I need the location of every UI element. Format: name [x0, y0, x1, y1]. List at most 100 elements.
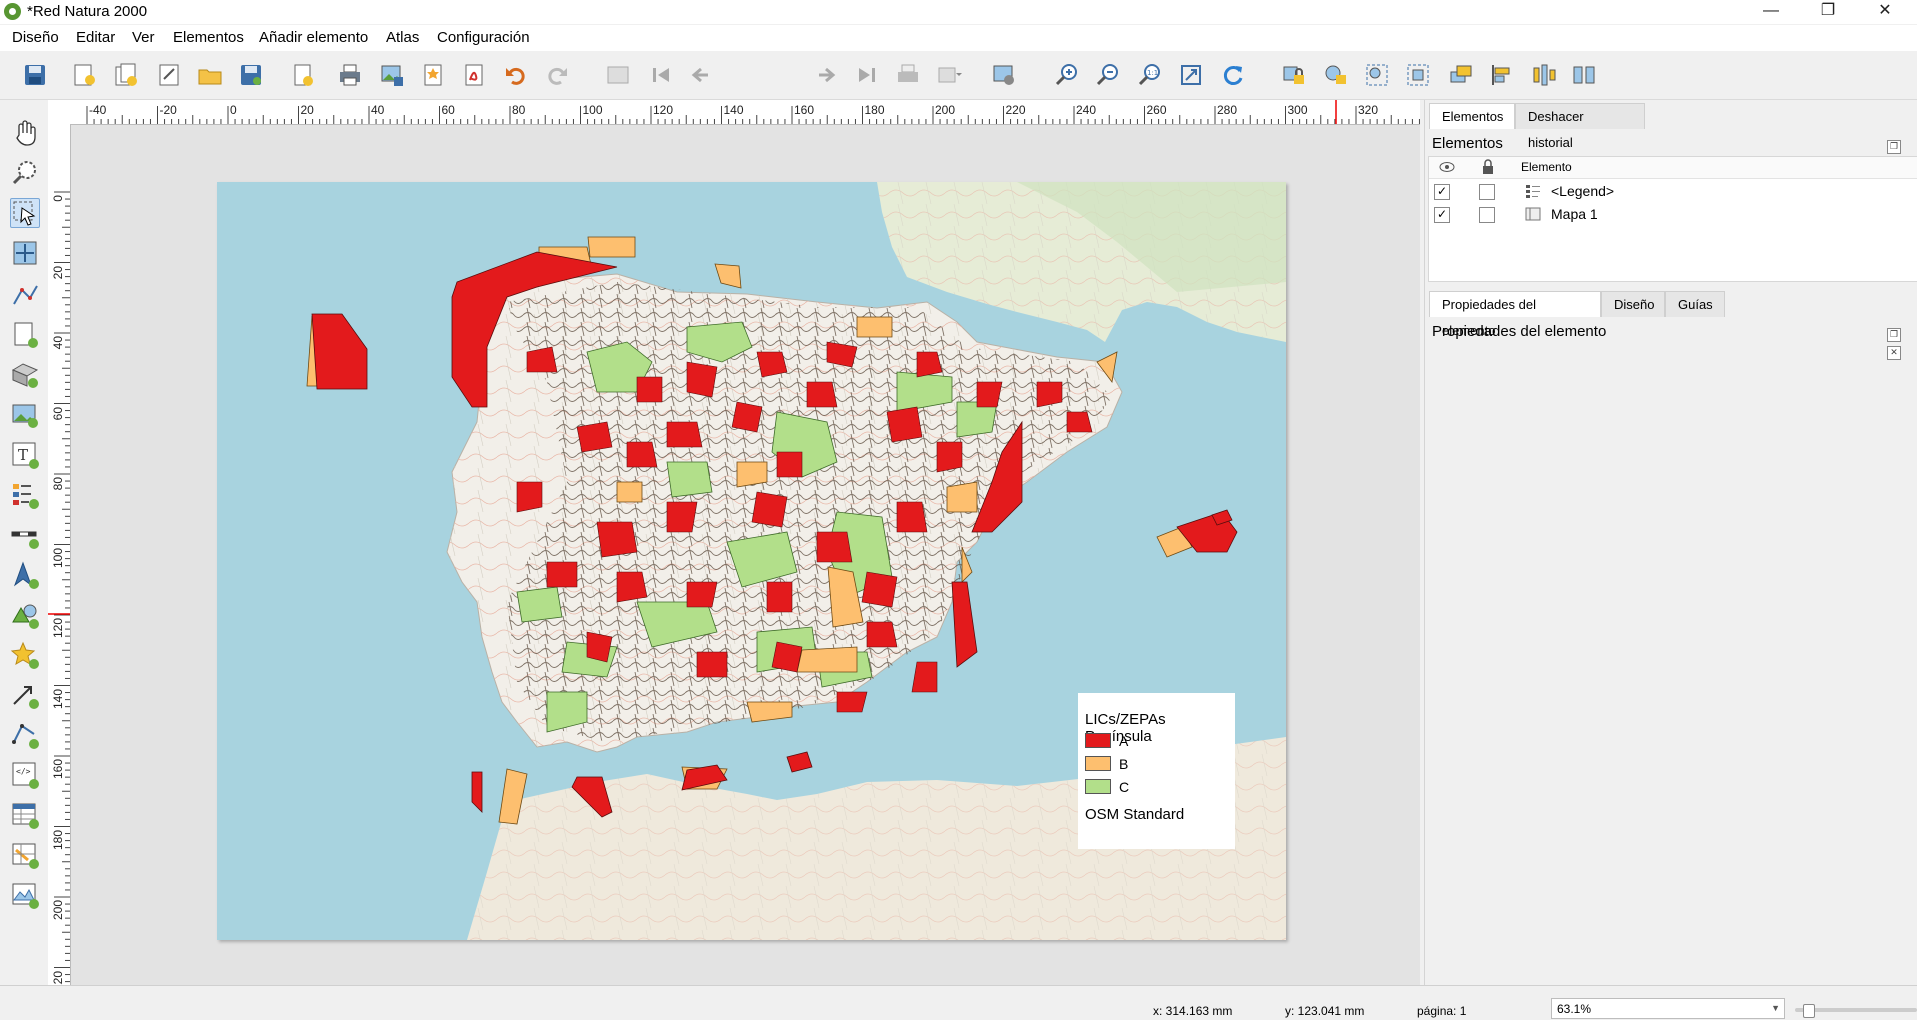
lock-items-icon[interactable]: [1281, 62, 1307, 88]
menu-anadir-elemento[interactable]: Añadir elemento: [259, 29, 368, 46]
svg-text:</>: </>: [16, 767, 31, 776]
atlas-export-icon[interactable]: [936, 62, 962, 88]
zoom-full-icon[interactable]: [1178, 62, 1204, 88]
add-3d-map-icon[interactable]: [10, 360, 40, 390]
tab-elementos[interactable]: Elementos: [1429, 103, 1515, 129]
legend-item[interactable]: LICs/ZEPAs Península A B C OSM Standard: [1078, 693, 1235, 849]
export-pdf-icon[interactable]: [462, 62, 488, 88]
ruler-label: 60: [51, 406, 65, 420]
add-fixed-table-icon[interactable]: [10, 840, 40, 870]
menu-configuracion[interactable]: Configuración: [437, 29, 530, 46]
zoom-out-icon[interactable]: [1095, 62, 1121, 88]
map-item[interactable]: LICs/ZEPAs Península A B C OSM Standard: [217, 182, 1286, 940]
svg-text:1:1: 1:1: [1147, 69, 1158, 77]
close-button[interactable]: ✕: [1857, 0, 1913, 24]
add-html-icon[interactable]: </>: [10, 760, 40, 790]
ruler-label: 240: [1076, 103, 1097, 117]
legend-label-a: A: [1119, 733, 1129, 749]
tab-diseno[interactable]: Diseño: [1601, 291, 1665, 317]
lock-checkbox-map[interactable]: [1479, 207, 1495, 223]
ruler-label: 120: [51, 618, 65, 639]
new-layout-icon[interactable]: [71, 62, 97, 88]
chevron-down-icon[interactable]: ▼: [1771, 1003, 1780, 1013]
element-row-legend[interactable]: <Legend>: [1551, 183, 1614, 199]
add-pages-icon[interactable]: [290, 62, 316, 88]
zoom-combo[interactable]: 63.1% ▼: [1551, 998, 1785, 1019]
float-icon[interactable]: ❐: [1887, 328, 1901, 342]
ruler-label: 0: [230, 103, 237, 117]
add-scalebar-icon[interactable]: [10, 520, 40, 550]
menu-elementos[interactable]: Elementos: [173, 29, 244, 46]
move-content-icon[interactable]: [10, 238, 40, 268]
tab-deshacer-historial[interactable]: Deshacer historial: [1515, 103, 1645, 150]
menu-atlas[interactable]: Atlas: [386, 29, 419, 46]
close-panel-icon[interactable]: ✕: [1887, 346, 1901, 360]
add-north-arrow-icon[interactable]: [10, 560, 40, 590]
map-item-icon: [1525, 207, 1541, 221]
menu-editar[interactable]: Editar: [76, 29, 115, 46]
next-feature-icon[interactable]: [813, 62, 839, 88]
pan-tool-icon[interactable]: [10, 118, 40, 148]
align-left-icon[interactable]: [1489, 62, 1515, 88]
ruler-label: 160: [794, 103, 815, 117]
add-elevation-profile-icon[interactable]: [10, 880, 40, 910]
add-node-item-icon[interactable]: [10, 720, 40, 750]
layout-manager-icon[interactable]: [156, 62, 182, 88]
ruler-label: 40: [51, 336, 65, 350]
add-map-icon[interactable]: [10, 320, 40, 350]
atlas-settings-icon[interactable]: [991, 62, 1017, 88]
redo-icon[interactable]: [544, 62, 570, 88]
unlock-items-icon[interactable]: [1323, 62, 1349, 88]
maximize-button[interactable]: ❐: [1800, 0, 1856, 24]
last-feature-icon[interactable]: [854, 62, 880, 88]
zoom-slider-handle[interactable]: [1803, 1004, 1815, 1018]
add-picture-icon[interactable]: [10, 400, 40, 430]
save-template-icon[interactable]: [238, 62, 264, 88]
visible-checkbox-map[interactable]: ✓: [1434, 207, 1450, 223]
menu-diseno[interactable]: Diseño: [12, 29, 59, 46]
minimize-button[interactable]: —: [1743, 0, 1799, 24]
refresh-icon[interactable]: [1220, 62, 1246, 88]
export-svg-icon[interactable]: [421, 62, 447, 88]
zoom-in-icon[interactable]: [1054, 62, 1080, 88]
add-legend-icon[interactable]: [10, 480, 40, 510]
add-shape-icon[interactable]: [10, 600, 40, 630]
tab-propiedades-elemento[interactable]: Propiedades del elemento: [1429, 291, 1601, 338]
zoom-slider[interactable]: [1795, 1004, 1917, 1018]
add-attribute-table-icon[interactable]: [10, 800, 40, 830]
visible-checkbox-legend[interactable]: ✓: [1434, 184, 1450, 200]
element-row-map[interactable]: Mapa 1: [1551, 206, 1598, 222]
atlas-preview-icon[interactable]: [605, 62, 631, 88]
ungroup-icon[interactable]: [1405, 62, 1431, 88]
horizontal-ruler[interactable]: -40 -20 0 20 40 60 80 100 120 140 160 180 200 220 240 2…: [70, 100, 1420, 125]
ruler-label: 120: [653, 103, 674, 117]
resize-icon[interactable]: [1571, 62, 1597, 88]
ruler-label: 80: [51, 477, 65, 491]
open-folder-icon[interactable]: [197, 62, 223, 88]
undo-icon[interactable]: [503, 62, 529, 88]
float-icon[interactable]: ❐: [1887, 140, 1901, 154]
save-icon[interactable]: [22, 62, 48, 88]
edit-nodes-icon[interactable]: [10, 280, 40, 310]
atlas-print-icon[interactable]: [895, 62, 921, 88]
zoom-tool-icon[interactable]: [10, 158, 40, 188]
add-arrow-icon[interactable]: [10, 680, 40, 710]
zoom-100-icon[interactable]: 1:1: [1137, 62, 1163, 88]
group-icon[interactable]: [1364, 62, 1390, 88]
vertical-ruler[interactable]: 0 20 40 60 80 100 120 140 160 180 200 220: [48, 124, 71, 991]
elements-table-header: Elemento: [1429, 157, 1917, 179]
ruler-label: 40: [371, 103, 385, 117]
add-marker-icon[interactable]: [10, 640, 40, 670]
menu-ver[interactable]: Ver: [132, 29, 155, 46]
add-label-icon[interactable]: T: [10, 440, 40, 470]
export-image-icon[interactable]: [379, 62, 405, 88]
print-icon[interactable]: [337, 62, 363, 88]
prev-feature-icon[interactable]: [688, 62, 714, 88]
duplicate-layout-icon[interactable]: [113, 62, 139, 88]
tab-guias[interactable]: Guías: [1665, 291, 1725, 317]
lock-checkbox-legend[interactable]: [1479, 184, 1495, 200]
raise-icon[interactable]: [1448, 62, 1474, 88]
distribute-icon[interactable]: [1531, 62, 1557, 88]
first-feature-icon[interactable]: [648, 62, 674, 88]
select-move-item-icon[interactable]: [10, 198, 40, 228]
